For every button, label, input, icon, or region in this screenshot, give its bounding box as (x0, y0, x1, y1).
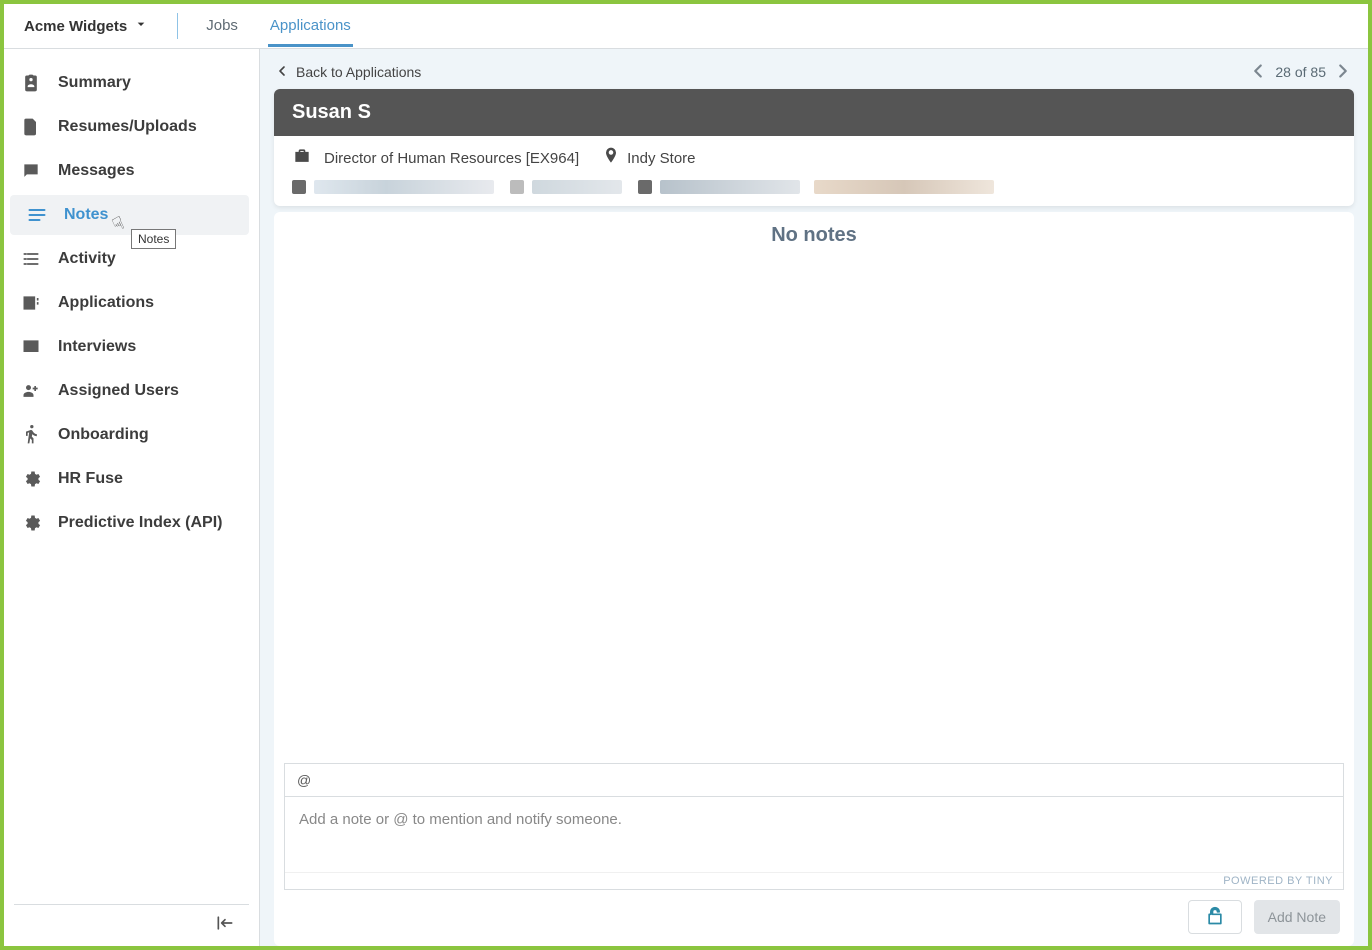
add-note-button[interactable]: Add Note (1254, 900, 1340, 934)
mention-button[interactable]: @ (297, 772, 311, 788)
sidebar-item-label: Applications (58, 294, 154, 312)
sidebar-item-label: Messages (58, 162, 135, 180)
no-notes-message: No notes (274, 212, 1354, 259)
location: Indy Store (627, 150, 695, 167)
sidebar-item-label: Activity (58, 250, 116, 268)
sidebar-item-predictive-index[interactable]: Predictive Index (API) (4, 503, 259, 543)
sidebar-item-label: Resumes/Uploads (58, 118, 197, 136)
editor-toolbar[interactable]: @ (285, 764, 1343, 797)
job-title: Director of Human Resources [EX964] (324, 150, 579, 167)
sidebar-item-label: HR Fuse (58, 470, 123, 488)
people-pane-icon (20, 337, 42, 357)
chevron-down-icon (133, 16, 149, 36)
message-icon (20, 161, 42, 181)
tooltip-notes: Notes (131, 229, 176, 249)
sidebar: Summary Resumes/Uploads Messages Notes A… (4, 49, 260, 946)
back-to-applications-link[interactable]: Back to Applications (274, 63, 421, 82)
back-label: Back to Applications (296, 64, 421, 80)
gear-icon (20, 513, 42, 533)
sidebar-item-label: Predictive Index (API) (58, 514, 223, 532)
sidebar-item-label: Notes (64, 206, 108, 224)
sidebar-item-label: Onboarding (58, 426, 149, 444)
editor-powered-by: POWERED BY TINY (285, 872, 1343, 889)
org-selector[interactable]: Acme Widgets (18, 10, 155, 42)
tab-jobs[interactable]: Jobs (204, 5, 240, 47)
file-icon (20, 117, 42, 137)
list-icon (20, 249, 42, 269)
applicant-contact-redacted (274, 180, 1354, 206)
walk-icon (20, 425, 42, 445)
collapse-left-icon (215, 917, 235, 937)
note-input[interactable]: Add a note or @ to mention and notify so… (285, 797, 1343, 872)
note-lock-toggle[interactable] (1188, 900, 1242, 934)
note-editor: @ Add a note or @ to mention and notify … (284, 763, 1344, 890)
sidebar-collapse-button[interactable] (14, 904, 249, 946)
divider (177, 13, 178, 39)
sidebar-item-assigned-users[interactable]: Assigned Users (4, 371, 259, 411)
pager-next[interactable] (1332, 60, 1354, 85)
gear-icon (20, 469, 42, 489)
assign-user-icon (20, 381, 42, 401)
org-name: Acme Widgets (24, 18, 127, 35)
chevron-left-icon (274, 63, 290, 82)
contact-list-icon (20, 293, 42, 313)
sidebar-item-interviews[interactable]: Interviews (4, 327, 259, 367)
pin-icon (601, 146, 621, 170)
sidebar-item-label: Assigned Users (58, 382, 179, 400)
notes-icon (26, 205, 48, 225)
sidebar-item-notes[interactable]: Notes (10, 195, 249, 235)
tab-applications[interactable]: Applications (268, 5, 353, 47)
top-nav: Jobs Applications (204, 5, 353, 47)
pager-prev[interactable] (1247, 60, 1269, 85)
sidebar-item-label: Interviews (58, 338, 136, 356)
lock-open-icon (1205, 906, 1225, 929)
clipboard-user-icon (20, 73, 42, 93)
briefcase-icon (292, 146, 312, 170)
applicant-name: Susan S (274, 89, 1354, 136)
sidebar-item-applications[interactable]: Applications (4, 283, 259, 323)
sidebar-item-hr-fuse[interactable]: HR Fuse (4, 459, 259, 499)
applicant-pager: 28 of 85 (1247, 60, 1354, 85)
sidebar-item-summary[interactable]: Summary (4, 63, 259, 103)
pager-text: 28 of 85 (1275, 64, 1326, 80)
applicant-card: Susan S Director of Human Resources [EX9… (274, 89, 1354, 206)
sidebar-item-onboarding[interactable]: Onboarding (4, 415, 259, 455)
sidebar-item-resumes[interactable]: Resumes/Uploads (4, 107, 259, 147)
sidebar-item-label: Summary (58, 74, 131, 92)
sidebar-item-messages[interactable]: Messages (4, 151, 259, 191)
